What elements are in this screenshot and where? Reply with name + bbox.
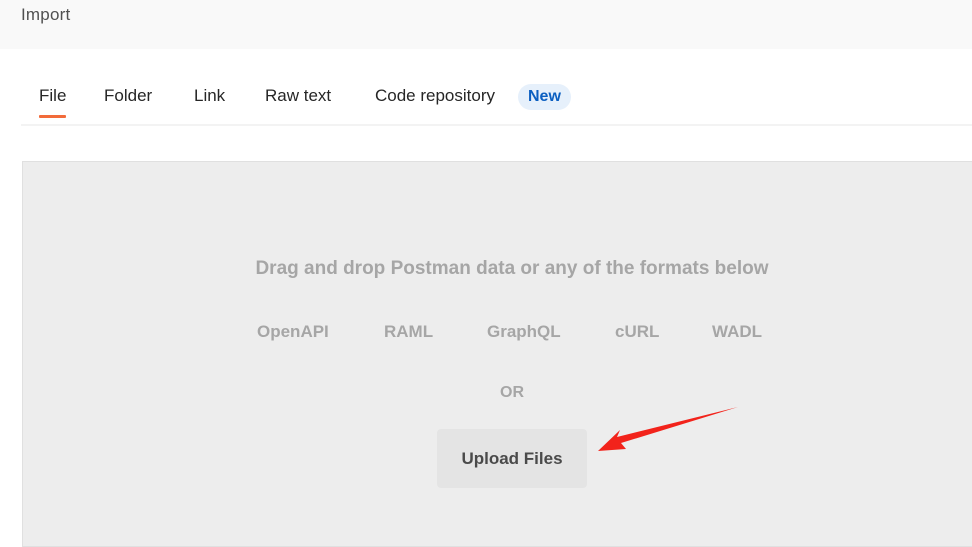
drop-zone-title: Drag and drop Postman data or any of the… <box>255 258 769 279</box>
new-badge: New <box>518 84 571 110</box>
tab-code-repository[interactable]: Code repository <box>375 86 495 106</box>
upload-files-button[interactable]: Upload Files <box>437 429 587 488</box>
tab-link[interactable]: Link <box>194 86 225 106</box>
format-graphql: GraphQL <box>487 322 561 341</box>
format-curl: cURL <box>615 322 660 341</box>
or-separator: OR <box>500 384 524 401</box>
import-header: Import <box>0 0 972 49</box>
tab-file[interactable]: File <box>39 86 67 118</box>
file-drop-zone[interactable]: Drag and drop Postman data or any of the… <box>22 161 972 547</box>
format-raml: RAML <box>384 322 434 341</box>
tab-raw-text[interactable]: Raw text <box>265 86 331 106</box>
format-wadl: WADL <box>712 322 763 341</box>
format-openapi: OpenAPI <box>257 322 329 341</box>
import-title: Import <box>21 5 71 24</box>
import-tabs: File Folder Link Raw text Code repositor… <box>21 72 972 126</box>
tab-folder[interactable]: Folder <box>104 86 152 106</box>
